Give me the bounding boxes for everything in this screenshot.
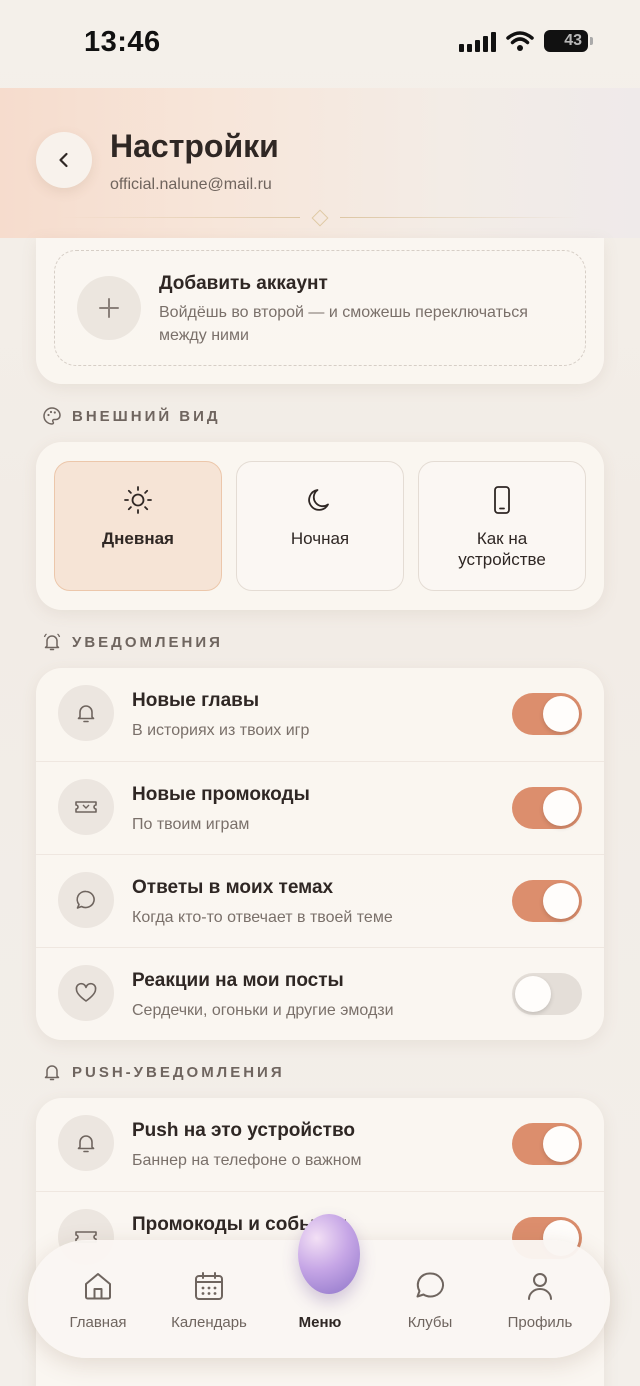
theme-card: Дневная Ночная Как на устройстве xyxy=(36,442,604,610)
bell-icon xyxy=(58,685,114,741)
wifi-icon xyxy=(506,31,534,51)
theme-option-device[interactable]: Как на устройстве xyxy=(418,461,586,591)
palette-icon xyxy=(43,407,61,425)
calendar-icon xyxy=(195,1272,223,1300)
status-icons: 43 xyxy=(459,30,593,52)
add-account-description: Войдёшь во второй — и сможешь переключат… xyxy=(159,304,528,344)
setting-subtitle: Когда кто-то отвечает в твоей теме xyxy=(132,909,393,926)
menu-orb-button[interactable] xyxy=(298,1214,360,1294)
back-button[interactable] xyxy=(36,132,92,188)
setting-row-new-chapters[interactable]: Новые главы В историях из твоих игр xyxy=(36,668,604,761)
tab-label: Главная xyxy=(69,1314,127,1331)
setting-subtitle: В историях из твоих игр xyxy=(132,722,310,739)
chevron-left-icon xyxy=(59,152,68,168)
tab-label: Профиль xyxy=(507,1314,573,1331)
tab-label: Меню xyxy=(298,1314,342,1331)
toggle-switch[interactable] xyxy=(512,973,582,1015)
section-push-label: PUSH-УВЕДОМЛЕНИЯ xyxy=(72,1063,285,1081)
setting-row-new-promocodes[interactable]: Новые промокоды По твоим играм xyxy=(36,761,604,854)
add-account-title: Добавить аккаунт xyxy=(159,273,328,294)
plus-icon xyxy=(77,276,141,340)
status-bar: 13:46 43 xyxy=(0,0,640,88)
tab-home[interactable]: Главная xyxy=(43,1268,153,1331)
chat-bubble-icon xyxy=(58,872,114,928)
tab-label: Календарь xyxy=(171,1314,247,1331)
toggle-switch[interactable] xyxy=(512,1123,582,1165)
status-time: 13:46 xyxy=(84,26,161,58)
section-notifications: УВЕДОМЛЕНИЯ xyxy=(42,632,223,652)
setting-row-post-reactions[interactable]: Реакции на мои посты Сердечки, огоньки и… xyxy=(36,947,604,1040)
tab-profile[interactable]: Профиль xyxy=(485,1268,595,1331)
notifications-card: Новые главы В историях из твоих игр Новы… xyxy=(36,668,604,1040)
add-account-card: Добавить аккаунт Войдёшь во второй — и с… xyxy=(36,238,604,384)
sun-icon xyxy=(124,486,152,514)
battery-icon: 43 xyxy=(544,30,593,52)
moon-icon xyxy=(308,489,329,511)
tab-clubs[interactable]: Клубы xyxy=(375,1268,485,1331)
heart-icon xyxy=(58,965,114,1021)
bell-icon xyxy=(43,633,61,651)
toggle-switch[interactable] xyxy=(512,787,582,829)
section-notifications-label: УВЕДОМЛЕНИЯ xyxy=(72,633,223,651)
chat-bubble-icon xyxy=(416,1272,445,1298)
tab-label: Клубы xyxy=(407,1314,453,1331)
setting-title: Новые главы xyxy=(132,690,260,711)
home-icon xyxy=(85,1273,111,1300)
toggle-switch[interactable] xyxy=(512,693,582,735)
bell-icon xyxy=(44,1065,60,1081)
user-icon xyxy=(528,1273,552,1300)
setting-title: Ответы в моих темах xyxy=(132,877,334,898)
setting-title: Новые промокоды xyxy=(132,784,310,805)
section-appearance-label: ВНЕШНИЙ ВИД xyxy=(72,407,221,425)
setting-subtitle: По твоим играм xyxy=(132,816,250,833)
battery-level: 43 xyxy=(564,32,582,49)
ticket-icon xyxy=(58,779,114,835)
tab-calendar[interactable]: Календарь xyxy=(154,1268,264,1331)
signal-icon xyxy=(459,30,496,52)
toggle-switch[interactable] xyxy=(512,880,582,922)
add-account-button[interactable]: Добавить аккаунт Войдёшь во второй — и с… xyxy=(54,250,586,366)
section-push: PUSH-УВЕДОМЛЕНИЯ xyxy=(42,1062,285,1082)
setting-row-push-device[interactable]: Push на это устройство Баннер на телефон… xyxy=(36,1098,604,1191)
theme-option-label: Дневная xyxy=(102,529,174,548)
account-email: official.nalune@mail.ru xyxy=(110,176,272,193)
setting-subtitle: Сердечки, огоньки и другие эмодзи xyxy=(132,1002,394,1019)
divider-right xyxy=(340,217,580,218)
setting-subtitle: Баннер на телефоне о важном xyxy=(132,1152,362,1169)
bell-icon xyxy=(58,1115,114,1171)
phone-icon xyxy=(494,486,510,514)
setting-title: Push на это устройство xyxy=(132,1120,355,1141)
section-appearance: ВНЕШНИЙ ВИД xyxy=(42,406,221,426)
setting-title: Реакции на мои посты xyxy=(132,970,344,991)
theme-option-label: Ночная xyxy=(290,529,350,548)
theme-option-label: Как на устройстве xyxy=(458,529,546,569)
page-title: Настройки xyxy=(110,128,279,164)
divider-left xyxy=(60,217,300,218)
theme-option-day[interactable]: Дневная xyxy=(54,461,222,591)
setting-row-thread-replies[interactable]: Ответы в моих темах Когда кто-то отвечае… xyxy=(36,854,604,947)
theme-option-night[interactable]: Ночная xyxy=(236,461,404,591)
